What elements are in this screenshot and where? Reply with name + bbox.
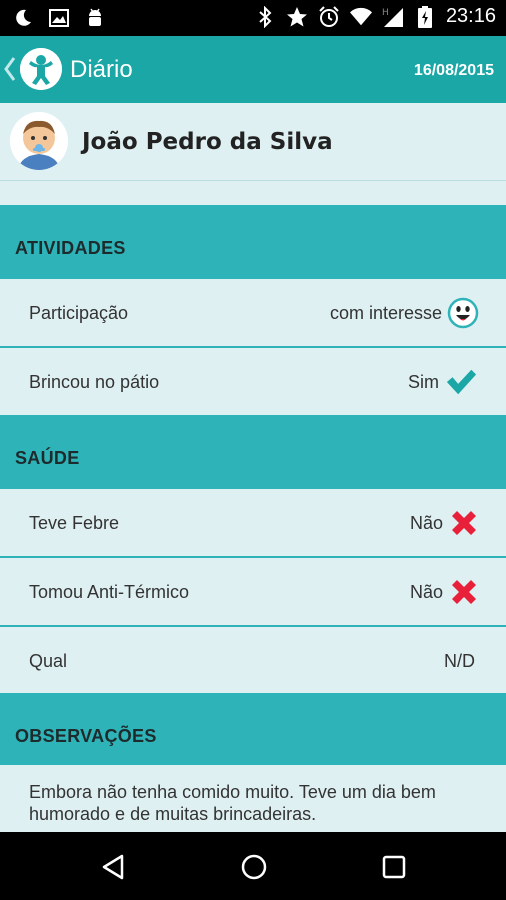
row-value: Sim [408, 372, 439, 392]
cross-icon [452, 580, 476, 604]
list-item-teve-febre: Teve Febre Não [0, 487, 506, 556]
row-label: Participação [29, 303, 129, 323]
cross-icon [452, 511, 476, 535]
observations-box: Embora não tenha comido muito. Teve um d… [0, 765, 506, 832]
list-item-qual: Qual N/D [0, 625, 506, 694]
observations-text: Embora não tenha comido muito. Teve um d… [29, 782, 436, 824]
row-label: Tomou Anti-Térmico [29, 582, 190, 602]
app-logo[interactable] [20, 48, 62, 90]
home-icon[interactable] [237, 850, 271, 884]
list-item-brincou: Brincou no pátio Sim [0, 346, 506, 415]
android-icon [84, 7, 106, 29]
wifi-icon [349, 6, 372, 28]
star-icon [286, 6, 308, 28]
row-label: Brincou no pátio [29, 372, 160, 392]
section-header-atividades: ATIVIDADES [0, 205, 506, 277]
check-icon [446, 369, 477, 395]
row-value: com interesse [329, 303, 442, 323]
status-time: 23:16 [445, 5, 496, 27]
list-item-anti-termico: Tomou Anti-Térmico Não [0, 556, 506, 625]
navigation-bar [0, 832, 506, 900]
row-value: N/D [444, 651, 475, 671]
alarm-icon [318, 5, 340, 28]
signal-icon: H [382, 6, 404, 28]
page-title: Diário [70, 56, 133, 83]
row-value: Não [409, 513, 443, 533]
section-title: ATIVIDADES [15, 238, 126, 258]
avatar [10, 112, 68, 170]
back-chevron-icon[interactable] [3, 56, 17, 82]
back-icon[interactable] [96, 850, 130, 884]
spacer [0, 181, 506, 205]
recents-icon[interactable] [377, 850, 411, 884]
child-name: João Pedro da Silva [82, 129, 333, 155]
diary-date[interactable]: 16/08/2015 [414, 62, 494, 80]
section-header-observacoes: OBSERVAÇÕES [0, 693, 506, 765]
row-label: Qual [29, 651, 68, 671]
list-item-participacao: Participação com interesse [0, 277, 506, 346]
bluetooth-icon [254, 5, 276, 28]
row-label: Teve Febre [29, 513, 120, 533]
row-value: Não [409, 582, 443, 602]
svg-text:H: H [382, 8, 389, 18]
section-title: OBSERVAÇÕES [15, 726, 157, 746]
section-header-saude: SAÚDE [0, 415, 506, 487]
section-title: SAÚDE [15, 448, 80, 468]
status-bar: H 23:16 [0, 0, 506, 36]
battery-icon [414, 5, 436, 28]
app-bar: Diário 16/08/2015 [0, 36, 506, 103]
image-icon [48, 7, 70, 29]
child-profile: João Pedro da Silva [0, 103, 506, 181]
moon-icon [12, 7, 34, 29]
smiley-icon [447, 297, 479, 329]
